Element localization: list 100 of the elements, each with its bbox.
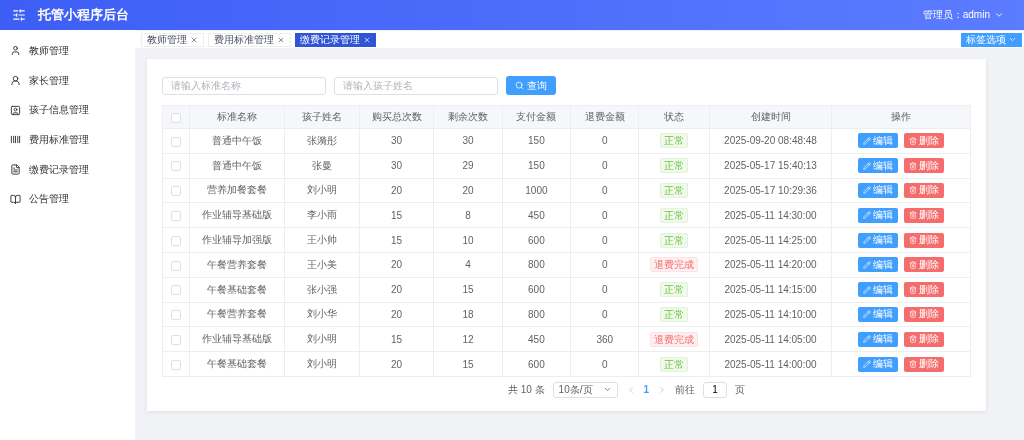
- search-field[interactable]: 请输入标准名称: [162, 76, 326, 95]
- checkbox[interactable]: [170, 310, 181, 321]
- header-cell: 退费金额: [570, 105, 639, 129]
- table-cell: 0: [570, 202, 639, 228]
- checkbox[interactable]: [170, 161, 181, 172]
- sidebar-item[interactable]: 家长管理: [0, 65, 135, 96]
- edit-button[interactable]: 编辑: [858, 282, 899, 298]
- edit-button[interactable]: 编辑: [858, 257, 899, 273]
- table-cell: 8: [433, 202, 503, 228]
- delete-button[interactable]: 删除: [904, 306, 945, 322]
- sidebar-item[interactable]: 孩子信息管理: [0, 95, 135, 126]
- caret-icon: [1008, 35, 1017, 44]
- page-input[interactable]: 1: [703, 381, 728, 398]
- header-cell: 购买总次数: [359, 105, 434, 129]
- pencil-icon: [863, 285, 872, 294]
- table-cell: 15: [359, 202, 434, 228]
- book-icon: [10, 193, 21, 205]
- trash-icon: [909, 136, 918, 145]
- table-cell: 18: [433, 302, 503, 327]
- tab[interactable]: 缴费记录管理: [295, 32, 376, 47]
- trash-icon: [909, 285, 918, 294]
- status-tag: 正常: [660, 183, 689, 198]
- tab[interactable]: 费用标准管理: [208, 32, 291, 47]
- delete-button[interactable]: 删除: [904, 282, 945, 298]
- checkbox[interactable]: [170, 136, 181, 147]
- checkbox[interactable]: [170, 285, 181, 296]
- page-number[interactable]: 1: [643, 384, 650, 396]
- header-cell: 操作: [831, 105, 971, 129]
- edit-button[interactable]: 编辑: [858, 133, 899, 149]
- table-cell: 15: [359, 326, 434, 352]
- edit-button[interactable]: 编辑: [858, 183, 899, 198]
- query-button[interactable]: 查询: [506, 76, 556, 95]
- pencil-icon: [863, 211, 872, 220]
- table-cell: 作业辅导基础版: [189, 202, 285, 228]
- table-cell: 1000: [502, 178, 571, 203]
- status-tag: 退费完成: [650, 331, 699, 347]
- table-cell: 15: [359, 227, 434, 253]
- table-cell: 营养加餐套餐: [189, 178, 285, 203]
- table-cell: 450: [502, 326, 571, 352]
- checkbox[interactable]: [170, 334, 181, 345]
- sidebar-item[interactable]: 缴费记录管理: [0, 154, 135, 185]
- status-tag: 正常: [660, 158, 689, 174]
- sidebar-item[interactable]: 公告管理: [0, 184, 135, 215]
- user-menu[interactable]: 管理员：admin: [922, 8, 1004, 22]
- close-icon[interactable]: [277, 35, 285, 44]
- table-cell: 刘小华: [284, 302, 360, 327]
- total-count: 共 10 条: [507, 382, 545, 397]
- header-cell: 支付金额: [502, 105, 571, 129]
- checkbox[interactable]: [170, 186, 181, 197]
- checkbox[interactable]: [170, 210, 181, 221]
- sidebar-item[interactable]: 教师管理: [0, 36, 135, 66]
- edit-button[interactable]: 编辑: [858, 306, 899, 322]
- tab-options-button[interactable]: 标签选项: [961, 32, 1022, 47]
- document-icon: [10, 164, 21, 176]
- delete-button[interactable]: 删除: [904, 183, 945, 198]
- pencil-icon: [863, 335, 872, 344]
- search-field[interactable]: 请输入孩子姓名: [334, 76, 498, 95]
- table-cell: 30: [433, 128, 503, 154]
- barcode-icon: [10, 134, 21, 146]
- pencil-icon: [863, 260, 872, 269]
- table-cell: 0: [570, 252, 639, 278]
- pencil-icon: [863, 161, 872, 170]
- table-cell: 2025-05-11 14:25:00: [709, 227, 832, 253]
- delete-button[interactable]: 删除: [904, 232, 945, 248]
- delete-button[interactable]: 删除: [904, 158, 945, 174]
- sidebar-item[interactable]: 费用标准管理: [0, 125, 135, 155]
- checkbox[interactable]: [170, 235, 181, 246]
- table-cell: 午餐基础套餐: [189, 351, 285, 377]
- table-cell: 王小帅: [284, 227, 360, 253]
- close-icon[interactable]: [363, 35, 371, 44]
- table-cell: 15: [433, 277, 503, 303]
- status-tag: 正常: [660, 356, 689, 372]
- close-icon[interactable]: [190, 35, 198, 44]
- edit-button[interactable]: 编辑: [858, 331, 899, 347]
- table-cell: 29: [433, 153, 503, 179]
- checkbox[interactable]: [170, 260, 181, 271]
- table-cell: 150: [502, 153, 571, 179]
- status-tag: 正常: [660, 207, 689, 223]
- delete-button[interactable]: 删除: [904, 356, 945, 372]
- delete-button[interactable]: 删除: [904, 133, 945, 149]
- delete-button[interactable]: 删除: [904, 331, 945, 347]
- checkbox[interactable]: [170, 112, 181, 123]
- delete-button[interactable]: 删除: [904, 207, 945, 223]
- table-cell: 12: [433, 326, 503, 352]
- table-cell: 0: [570, 351, 639, 377]
- checkbox[interactable]: [170, 359, 181, 370]
- edit-button[interactable]: 编辑: [858, 158, 899, 174]
- page-size-select[interactable]: 10条/页: [552, 381, 618, 398]
- table-cell: 600: [502, 277, 571, 303]
- table-cell: 150: [502, 128, 571, 154]
- status-tag: 正常: [660, 133, 689, 149]
- table-cell: 360: [570, 326, 639, 352]
- delete-button[interactable]: 删除: [904, 257, 945, 273]
- edit-button[interactable]: 编辑: [858, 356, 899, 372]
- edit-button[interactable]: 编辑: [858, 232, 899, 248]
- menu-icon[interactable]: [12, 8, 26, 22]
- edit-button[interactable]: 编辑: [858, 207, 899, 223]
- tab[interactable]: 教师管理: [141, 32, 204, 47]
- table-cell: 2025-09-20 08:48:48: [709, 128, 832, 154]
- trash-icon: [909, 260, 918, 269]
